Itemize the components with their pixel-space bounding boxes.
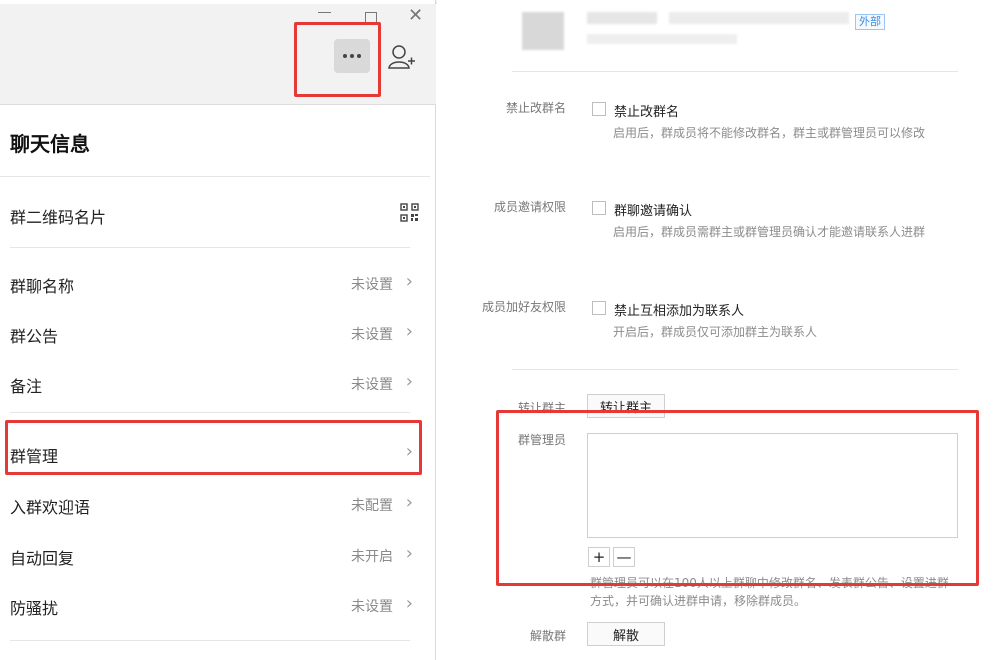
row-label: 自动回复 — [10, 549, 75, 568]
qr-card-row[interactable]: 群二维码名片 — [0, 194, 430, 234]
row-value: 未开启 — [351, 549, 393, 565]
chevron-right-icon: › — [405, 593, 413, 614]
divider — [512, 71, 958, 72]
close-button[interactable]: ✕ — [408, 7, 423, 25]
row-auto-reply[interactable]: 自动回复 未开启 › — [0, 535, 430, 575]
divider — [10, 640, 410, 641]
minimize-button[interactable] — [318, 12, 331, 13]
row-label: 群公告 — [10, 327, 59, 346]
chevron-right-icon: › — [405, 492, 413, 513]
highlight-more-button — [294, 22, 381, 97]
qr-code-icon[interactable] — [400, 203, 419, 222]
row-value: 未设置 — [351, 327, 393, 343]
divider — [10, 412, 410, 413]
chat-info-panel: ✕ 聊天信息 群二维码名片 群聊名称 未设置 › 群公告 未设置 › 备注 未设 — [0, 0, 436, 660]
chevron-right-icon: › — [405, 271, 413, 292]
row-value: 未配置 — [351, 498, 393, 514]
divider — [512, 369, 958, 370]
row-announcement[interactable]: 群公告 未设置 › — [0, 313, 430, 353]
group-settings-panel: 外部 禁止改群名 禁止改群名 启用后，群成员将不能修改群名，群主或群管理员可以修… — [437, 0, 999, 660]
row-group-name[interactable]: 群聊名称 未设置 › — [0, 263, 430, 303]
row-value: 未设置 — [351, 377, 393, 393]
row-remark[interactable]: 备注 未设置 › — [0, 363, 430, 403]
highlight-admins-section — [496, 410, 979, 586]
friend-setting-label: 成员加好友权限 — [481, 300, 566, 314]
rename-checkbox[interactable] — [592, 102, 606, 116]
redacted-group-info — [587, 34, 737, 44]
chevron-right-icon: › — [405, 371, 413, 392]
rename-description: 启用后，群成员将不能修改群名，群主或群管理员可以修改 — [613, 126, 926, 140]
row-anti-harassment[interactable]: 防骚扰 未设置 › — [0, 585, 430, 625]
rename-setting-label: 禁止改群名 — [505, 101, 566, 115]
friend-option-label: 禁止互相添加为联系人 — [614, 304, 745, 319]
group-avatar — [522, 12, 564, 50]
page-title: 聊天信息 — [10, 132, 90, 156]
invite-checkbox[interactable] — [592, 201, 606, 215]
row-label: 备注 — [10, 377, 43, 396]
highlight-group-management — [5, 420, 422, 475]
friend-checkbox[interactable] — [592, 301, 606, 315]
invite-setting-label: 成员邀请权限 — [493, 200, 566, 214]
row-value: 未设置 — [351, 277, 393, 293]
row-label: 入群欢迎语 — [10, 498, 91, 517]
row-label: 防骚扰 — [10, 599, 59, 618]
redacted-group-name — [669, 12, 849, 24]
divider — [0, 176, 430, 177]
invite-description: 启用后，群成员需群主或群管理员确认才能邀请联系人进群 — [613, 225, 926, 239]
invite-option-label: 群聊邀请确认 — [614, 204, 693, 219]
dismiss-group-button[interactable]: 解散 — [587, 622, 665, 646]
friend-description: 开启后，群成员仅可添加群主为联系人 — [613, 325, 818, 339]
dismiss-group-label: 解散群 — [529, 629, 566, 643]
row-value: 未设置 — [351, 599, 393, 615]
row-label: 群聊名称 — [10, 277, 75, 296]
row-welcome-message[interactable]: 入群欢迎语 未配置 › — [0, 484, 430, 524]
qr-card-label: 群二维码名片 — [10, 208, 107, 227]
redacted-group-name — [587, 12, 657, 24]
external-tag: 外部 — [855, 14, 885, 30]
divider — [10, 247, 410, 248]
chevron-right-icon: › — [405, 543, 413, 564]
rename-option-label: 禁止改群名 — [614, 105, 680, 120]
chevron-right-icon: › — [405, 321, 413, 342]
add-member-icon[interactable] — [388, 44, 416, 70]
